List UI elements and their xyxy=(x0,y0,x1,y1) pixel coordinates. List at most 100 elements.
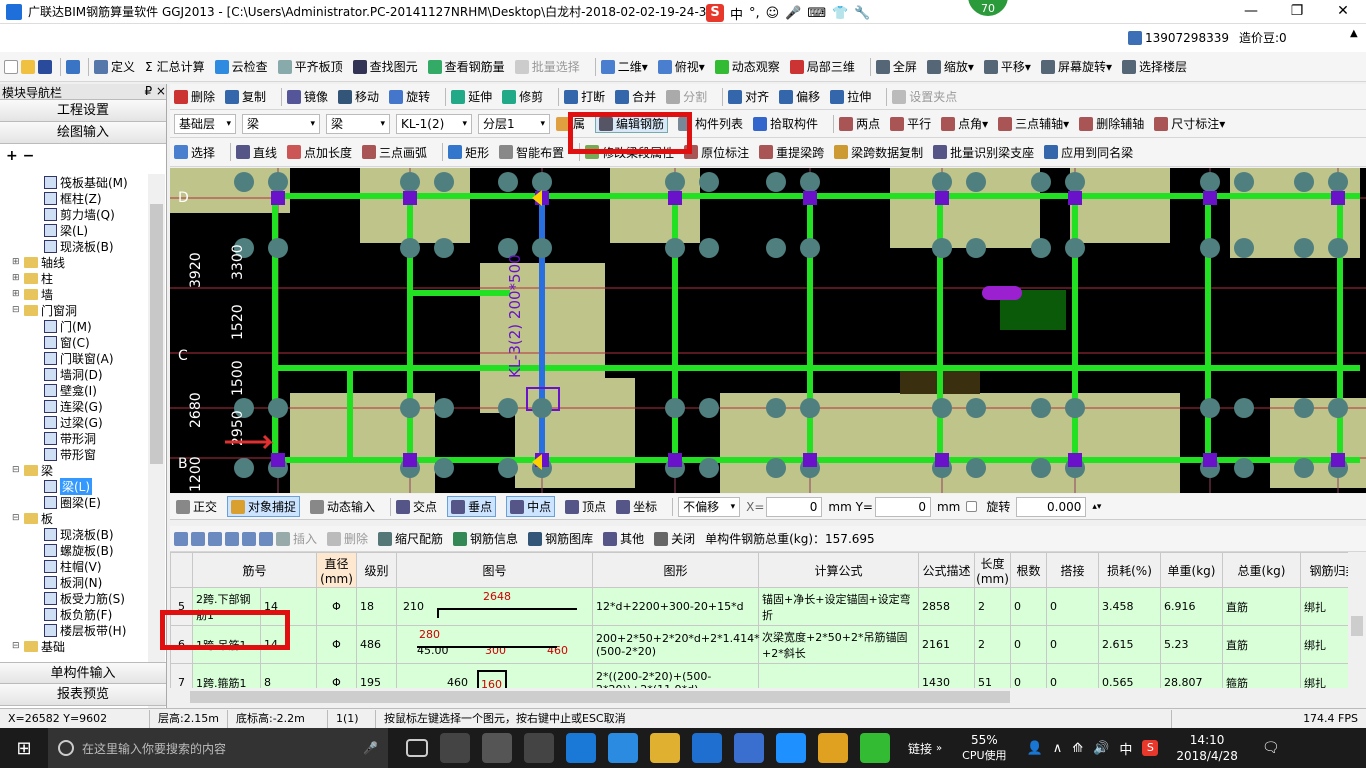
dimension-button[interactable]: 尺寸标注 ▾ xyxy=(1154,115,1225,132)
cell-total_w[interactable]: 5.23 xyxy=(1160,625,1224,664)
two-point-button[interactable]: 两点 xyxy=(839,115,880,132)
rotate-screen-button[interactable]: 屏幕旋转 ▾ xyxy=(1040,58,1112,75)
find-element-button[interactable]: 查找图元 xyxy=(352,58,418,75)
tree-item[interactable]: 壁龛(I) xyxy=(0,382,148,398)
tree-item[interactable]: 带形洞 xyxy=(0,430,148,446)
cell-cat[interactable]: 直筋 xyxy=(1222,625,1302,664)
toolbar2-item-8[interactable]: 合并 xyxy=(615,88,656,105)
column-header[interactable]: 图形 xyxy=(592,552,760,588)
drawing-canvas[interactable]: D C B 3920 3300 1520 1500 2680 2950 1200… xyxy=(170,168,1366,493)
cell-desc[interactable] xyxy=(758,663,920,690)
local-3d-button[interactable]: 局部三维 xyxy=(789,58,855,75)
grid-toolbar-item-3[interactable]: 钢筋信息 xyxy=(453,530,518,547)
cell-dia[interactable]: 8 xyxy=(259,663,318,690)
scroll-thumb[interactable] xyxy=(150,204,163,464)
undo-icon[interactable] xyxy=(66,59,80,74)
cell-shape[interactable]: 210 2648 xyxy=(396,587,594,626)
tree-item[interactable]: 现浇板(B) xyxy=(0,238,148,254)
cell-unit_w[interactable]: 0.565 xyxy=(1098,663,1162,690)
file-explorer-icon[interactable] xyxy=(650,733,680,763)
tree-item[interactable]: 框柱(Z) xyxy=(0,190,148,206)
orbit-button[interactable]: 动态观察 xyxy=(714,58,780,75)
ime-mode[interactable]: 中 xyxy=(1119,739,1132,758)
close-button[interactable]: ✕ xyxy=(1320,0,1366,24)
view-rebar-button[interactable]: 查看钢筋量 xyxy=(427,58,505,75)
toolbar2-item-3[interactable]: 移动 xyxy=(338,88,379,105)
toolbar2-item-2[interactable]: 镜像 xyxy=(287,88,328,105)
tree-item[interactable]: ⊟ 基础 xyxy=(0,638,148,654)
cell-grade[interactable]: Φ xyxy=(316,663,358,690)
category-select[interactable]: 梁 ▾ xyxy=(242,113,320,134)
cell-unit_w[interactable]: 3.458 xyxy=(1098,587,1162,626)
cell-total_w[interactable]: 6.916 xyxy=(1160,587,1224,626)
tree-item[interactable]: ⊟ 板 xyxy=(0,510,148,526)
cloud-check-button[interactable]: 云检查 xyxy=(214,58,268,75)
ime-punct[interactable]: °, xyxy=(749,6,760,21)
toolbar2-item-4[interactable]: 旋转 xyxy=(389,88,430,105)
cell-count[interactable]: 2 xyxy=(974,587,1012,626)
cell-name[interactable]: 1跨.箍筋1 xyxy=(192,663,261,690)
sogou-icon[interactable]: S xyxy=(706,4,724,22)
tree-scrollbar[interactable] xyxy=(148,174,165,739)
cell-len[interactable]: 1430 xyxy=(918,663,976,690)
chrome-like-icon[interactable] xyxy=(524,733,554,763)
expand-icon[interactable]: ⊞ xyxy=(12,289,22,299)
select-floor-button[interactable]: 选择楼层 xyxy=(1121,58,1187,75)
intersection-button[interactable]: 交点 xyxy=(396,498,437,515)
expand-icon[interactable]: ⊞ xyxy=(12,257,22,267)
cpu-meter[interactable]: 55% CPU使用 xyxy=(962,733,1006,763)
move-down-icon[interactable] xyxy=(259,531,273,546)
beans-count[interactable]: 造价豆:0 xyxy=(1239,29,1287,46)
single-component-button[interactable]: 单构件输入 xyxy=(0,662,166,684)
column-header[interactable]: 根数 xyxy=(1010,552,1048,588)
cell-len[interactable]: 2858 xyxy=(918,587,976,626)
table-row[interactable]: 6 1跨.吊筋1 14 Φ 486 280 45.00 300 460 200+2*50+2*20… xyxy=(170,625,1366,664)
move-up-icon[interactable] xyxy=(242,531,256,546)
2d-button[interactable]: 二维 ▾ xyxy=(600,58,648,75)
column-header[interactable]: 总重(kg) xyxy=(1222,552,1302,588)
cell-loss[interactable]: 0 xyxy=(1046,625,1100,664)
tree-item[interactable]: ⊞ 轴线 xyxy=(0,254,148,270)
draw-input-button[interactable]: 绘图输入 xyxy=(0,122,166,144)
cell-count[interactable]: 2 xyxy=(974,625,1012,664)
point-angle-button[interactable]: 点角 ▾ xyxy=(941,115,988,132)
column-header[interactable]: 计算公式 xyxy=(758,552,920,588)
cell-desc[interactable]: 次梁宽度+2*50+2*吊筋锚固+2*斜长 xyxy=(758,625,920,664)
midpoint-button[interactable]: 中点 xyxy=(506,496,556,517)
cell-unit_w[interactable]: 2.615 xyxy=(1098,625,1162,664)
rotate-checkbox[interactable] xyxy=(966,501,978,512)
cell-grade[interactable]: Φ xyxy=(316,625,358,664)
delete-aux-button[interactable]: 删除辅轴 xyxy=(1079,115,1144,132)
toolbar2-item-6[interactable]: 修剪 xyxy=(502,88,543,105)
type-select[interactable]: 梁 ▾ xyxy=(326,113,390,134)
pan-button[interactable]: 平移 ▾ xyxy=(983,58,1031,75)
toolbar4-item-9[interactable]: 梁跨数据复制 xyxy=(834,144,923,161)
nav-last-icon[interactable] xyxy=(225,531,239,546)
cell-total_w[interactable]: 28.807 xyxy=(1160,663,1224,690)
pin-close-icon[interactable]: ₽ × xyxy=(144,84,166,99)
cell-formula[interactable]: 2*((200-2*20)+(500-2*20))+2*(11.9*d) xyxy=(592,663,760,690)
tree-item[interactable]: ⊞ 柱 xyxy=(0,270,148,286)
cell-shape[interactable]: 460 160 xyxy=(396,663,594,690)
tree-item[interactable]: 过梁(G) xyxy=(0,414,148,430)
sum-calc-button[interactable]: Σ 汇总计算 xyxy=(145,58,205,75)
open-folder-icon[interactable] xyxy=(21,59,35,74)
hscroll-thumb[interactable] xyxy=(190,691,1010,703)
keyboard-icon[interactable]: ⌨ xyxy=(807,6,826,21)
clock[interactable]: 14:10 2018/4/28 xyxy=(1176,732,1238,764)
notepad-icon[interactable] xyxy=(818,733,848,763)
project-settings-button[interactable]: 工程设置 xyxy=(0,100,166,122)
fullscreen-button[interactable]: 全屏 xyxy=(875,58,917,75)
tree-item[interactable]: 板受力筋(S) xyxy=(0,590,148,606)
tree-item[interactable]: 窗(C) xyxy=(0,334,148,350)
collapse-icon[interactable]: ▲ xyxy=(1350,28,1358,39)
taskbar-link-label[interactable]: 链接 xyxy=(908,740,932,757)
table-row[interactable]: 7 1跨.箍筋1 8 Φ 195 460 160 2*((200-2*20)+(500-2*2… xyxy=(170,663,1366,690)
glodon-g-icon[interactable] xyxy=(692,733,722,763)
microphone-icon[interactable]: 🎤 xyxy=(363,741,378,755)
tray-up-icon[interactable]: ∧ xyxy=(1053,741,1063,756)
glodon-active-icon[interactable] xyxy=(776,733,806,763)
tree-item[interactable]: 梁(L) xyxy=(0,477,148,495)
notifications-icon[interactable]: 🗨 xyxy=(1262,740,1280,756)
rotate-input[interactable]: 0.000 xyxy=(1016,496,1087,517)
